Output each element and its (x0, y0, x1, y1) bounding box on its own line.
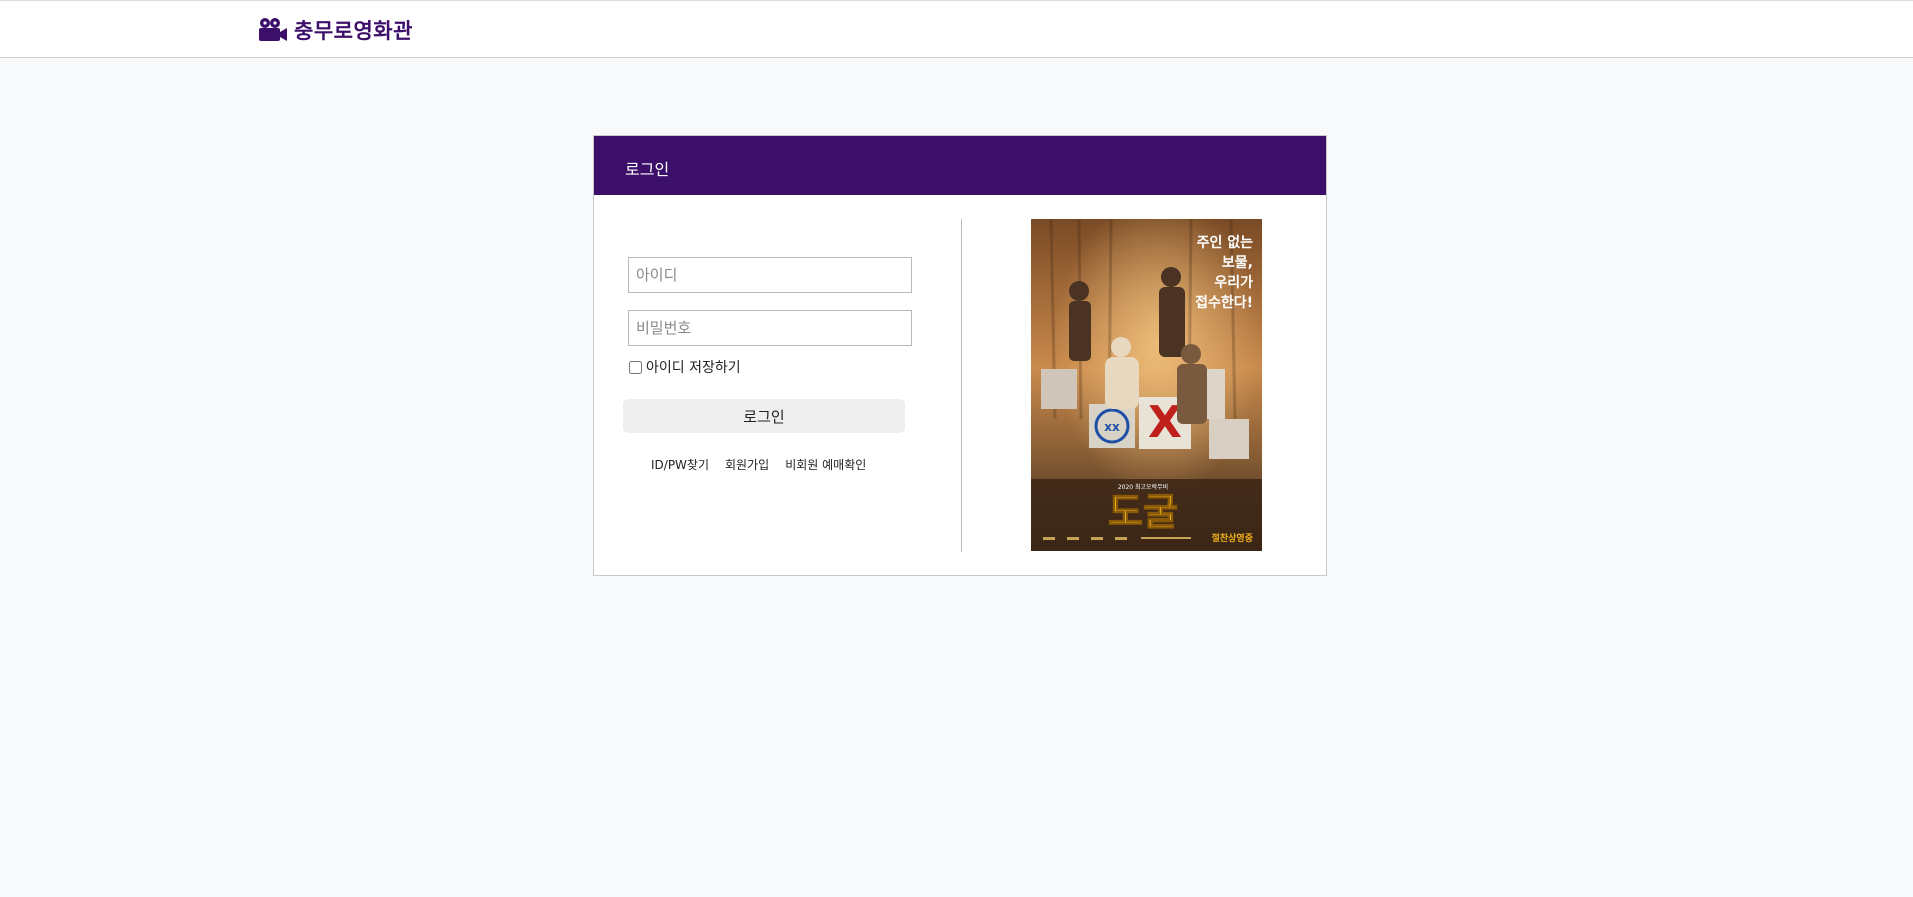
login-card: 로그인 아이디 저장하기 로그인 ID/PW찾기 회원가입 비회원 예매확인 (593, 135, 1327, 576)
top-navbar: 충무로영화관 (0, 0, 1913, 58)
poster-movie-title: 도굴 (1108, 490, 1178, 534)
id-input[interactable] (628, 257, 912, 293)
poster-tagline-line-1: 주인 없는 (1197, 234, 1254, 251)
brand-name: 충무로영화관 (294, 19, 413, 43)
poster-tagline-line-2: 보물, (1222, 255, 1253, 271)
svg-text:X: X (1148, 397, 1182, 448)
remember-id-checkbox[interactable] (629, 360, 642, 374)
signup-link[interactable]: 회원가입 (725, 456, 769, 474)
password-input[interactable] (628, 310, 912, 346)
poster-release-text: 절찬상영중 (1212, 532, 1253, 544)
find-id-pw-link[interactable]: ID/PW찾기 (651, 456, 709, 474)
movie-camera-icon (259, 18, 287, 41)
account-links: ID/PW찾기 회원가입 비회원 예매확인 (651, 456, 866, 474)
poster-tagline-line-3: 우리가 (1214, 275, 1253, 291)
guest-reservation-link[interactable]: 비회원 예매확인 (785, 456, 866, 474)
login-title: 로그인 (625, 160, 670, 179)
svg-text:xx: xx (1104, 420, 1120, 434)
movie-poster[interactable]: X xx 주인 없는 보물, 우리가 접수한다! 2020 최고오락무비 도굴 … (1031, 219, 1262, 551)
remember-id-checkbox-row[interactable]: 아이디 저장하기 (629, 357, 741, 377)
login-card-header: 로그인 (594, 136, 1326, 195)
vertical-divider (961, 219, 962, 552)
poster-image: X xx 주인 없는 보물, 우리가 접수한다! 2020 최고오락무비 도굴 … (1031, 219, 1262, 551)
login-button[interactable]: 로그인 (623, 399, 905, 433)
remember-id-label: 아이디 저장하기 (646, 360, 741, 376)
brand-logo-link[interactable]: 충무로영화관 (258, 15, 413, 45)
poster-tagline-line-4: 접수한다! (1195, 295, 1253, 311)
